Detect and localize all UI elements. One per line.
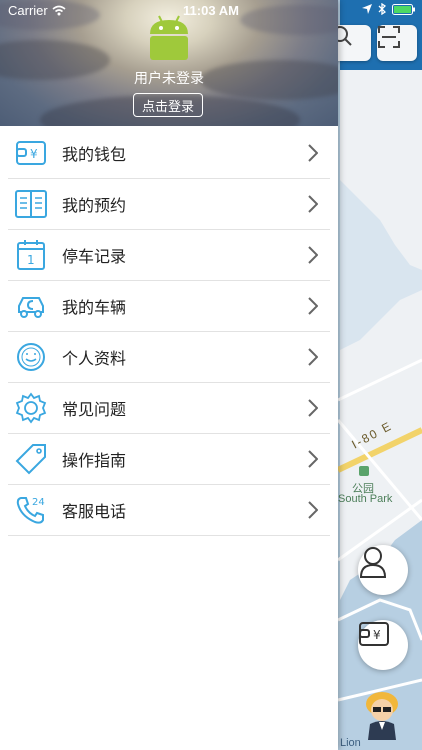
menu-item-wallet[interactable]: ¥ 我的钱包	[8, 128, 330, 179]
chevron-right-icon	[308, 144, 318, 162]
assistant-avatar[interactable]	[360, 688, 404, 740]
menu-item-customer-service[interactable]: 24 客服电话	[8, 485, 330, 536]
svg-text:24: 24	[32, 497, 45, 508]
login-button[interactable]: 点击登录	[133, 93, 203, 117]
smiley-icon	[14, 340, 48, 374]
menu-item-label: 常见问题	[62, 400, 127, 419]
park-marker-icon	[359, 466, 369, 476]
profile-fab-button[interactable]	[358, 545, 408, 595]
drawer-menu: ¥ 我的钱包 我的预约 1 停车记录 我的车辆 个人资料 常见问题 操作指南 2…	[8, 128, 330, 536]
menu-item-parking-records[interactable]: 1 停车记录	[8, 230, 330, 281]
location-arrow-icon	[362, 4, 372, 14]
wallet-icon: ¥	[359, 622, 389, 646]
map-bottom-label: Lion	[340, 737, 361, 749]
status-right-icons	[362, 3, 416, 15]
bluetooth-icon	[378, 3, 386, 15]
battery-icon	[392, 3, 415, 15]
book-icon	[14, 187, 48, 221]
menu-item-label: 我的钱包	[62, 145, 127, 164]
tag-icon	[14, 442, 48, 476]
chevron-right-icon	[308, 450, 318, 468]
menu-item-label: 我的车辆	[62, 298, 127, 317]
svg-text:¥: ¥	[373, 628, 381, 642]
scan-icon	[378, 26, 400, 48]
gear-icon	[14, 391, 48, 425]
assistant-character-icon	[366, 692, 398, 740]
chevron-right-icon	[308, 195, 318, 213]
calendar-icon: 1	[14, 238, 48, 272]
person-icon	[359, 547, 387, 578]
status-bar: Carrier 11:03 AM	[0, 0, 422, 22]
chevron-right-icon	[308, 246, 318, 264]
wallet-icon: ¥	[14, 136, 48, 170]
menu-item-profile[interactable]: 个人资料	[8, 332, 330, 383]
menu-item-label: 客服电话	[62, 502, 127, 521]
user-status-text: 用户未登录	[134, 71, 204, 87]
menu-item-faq[interactable]: 常见问题	[8, 383, 330, 434]
chevron-right-icon	[308, 348, 318, 366]
chevron-right-icon	[308, 399, 318, 417]
svg-text:1: 1	[27, 253, 35, 267]
phone-24-icon: 24	[14, 493, 48, 527]
menu-item-label: 个人资料	[62, 349, 127, 368]
chevron-right-icon	[308, 501, 318, 519]
map-scan-button[interactable]	[377, 25, 417, 61]
wallet-fab-button[interactable]: ¥	[358, 620, 408, 670]
side-drawer: 用户未登录 点击登录 ¥ 我的钱包 我的预约 1 停车记录 我的车辆 个人资料 …	[0, 0, 338, 750]
menu-item-label: 停车记录	[62, 247, 127, 266]
menu-item-guide[interactable]: 操作指南	[8, 434, 330, 485]
menu-item-my-vehicle[interactable]: 我的车辆	[8, 281, 330, 332]
menu-item-label: 操作指南	[62, 451, 127, 470]
menu-item-label: 我的预约	[62, 196, 127, 215]
svg-text:¥: ¥	[30, 147, 38, 161]
map-park-label-en: South Park	[338, 493, 393, 505]
status-time: 11:03 AM	[183, 3, 239, 18]
menu-item-reservation[interactable]: 我的预约	[8, 179, 330, 230]
chevron-right-icon	[308, 297, 318, 315]
car-icon	[14, 289, 48, 323]
